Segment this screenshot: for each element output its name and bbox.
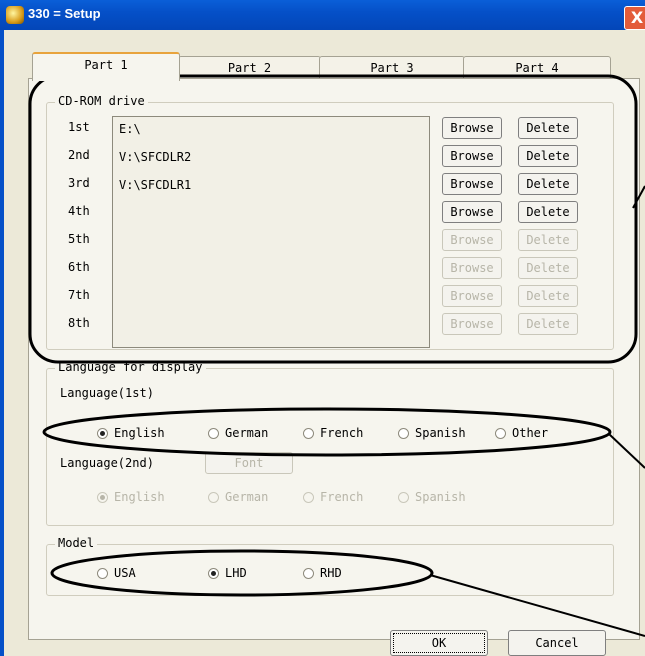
language-legend: Language for display: [55, 360, 206, 374]
lang1-radio-french[interactable]: [303, 428, 314, 439]
cdrom-path[interactable]: E:\: [119, 122, 141, 136]
cdrom-row-label: 6th: [68, 260, 90, 274]
setup-dialog: 330 = Setup X Part 1 Part 2 Part 3 Part …: [0, 0, 645, 656]
title-bar[interactable]: 330 = Setup X: [0, 0, 645, 30]
lang1-radio-spanish[interactable]: [398, 428, 409, 439]
lang1-radio-english[interactable]: [97, 428, 108, 439]
cdrom-row-label: 8th: [68, 316, 90, 330]
tab-part-3[interactable]: Part 3: [319, 56, 465, 79]
lang2-radio-german[interactable]: [208, 492, 219, 503]
tab-part-1[interactable]: Part 1: [32, 52, 180, 81]
model-label-lhd: LHD: [225, 566, 247, 580]
lang1-label-french: French: [320, 426, 364, 440]
cdrom-legend: CD-ROM drive: [55, 94, 148, 108]
tab-part-2[interactable]: Part 2: [178, 56, 321, 79]
lang2-radio-french[interactable]: [303, 492, 314, 503]
browse-button[interactable]: Browse: [442, 201, 502, 223]
delete-button[interactable]: Delete: [518, 201, 578, 223]
delete-button[interactable]: Delete: [518, 145, 578, 167]
cancel-button[interactable]: Cancel: [508, 630, 606, 656]
lang2-label-french: French: [320, 490, 364, 504]
lang1-label-other: Other: [512, 426, 549, 440]
cdrom-row-label: 3rd: [68, 176, 90, 190]
tab-part-4[interactable]: Part 4: [463, 56, 611, 79]
close-button[interactable]: X: [624, 6, 645, 30]
delete-button[interactable]: Delete: [518, 257, 578, 279]
close-icon: X: [630, 8, 644, 27]
window-frame: [0, 30, 4, 656]
browse-button[interactable]: Browse: [442, 285, 502, 307]
cdrom-row-label: 2nd: [68, 148, 90, 162]
model-legend: Model: [55, 536, 98, 550]
browse-button[interactable]: Browse: [442, 257, 502, 279]
browse-button[interactable]: Browse: [442, 173, 502, 195]
cdrom-row-label: 1st: [68, 120, 90, 134]
lang1-radio-other[interactable]: [495, 428, 506, 439]
lang2-label-spanish: Spanish: [415, 490, 466, 504]
delete-button[interactable]: Delete: [518, 285, 578, 307]
browse-button[interactable]: Browse: [442, 145, 502, 167]
lang2-label-english: English: [114, 490, 165, 504]
cdrom-row-label: 7th: [68, 288, 90, 302]
cdrom-row-label: 4th: [68, 204, 90, 218]
model-label-usa: USA: [114, 566, 136, 580]
lang1-radio-german[interactable]: [208, 428, 219, 439]
model-radio-lhd[interactable]: [208, 568, 219, 579]
lang2-label-german: German: [225, 490, 269, 504]
cdrom-path[interactable]: V:\SFCDLR2: [119, 150, 191, 164]
window-title: 330 = Setup: [28, 6, 101, 21]
lang2-radio-spanish[interactable]: [398, 492, 409, 503]
browse-button[interactable]: Browse: [442, 229, 502, 251]
ok-button[interactable]: OK: [390, 630, 488, 656]
lang1-label-english: English: [114, 426, 165, 440]
browse-button[interactable]: Browse: [442, 117, 502, 139]
model-radio-usa[interactable]: [97, 568, 108, 579]
lang1-label-german: German: [225, 426, 269, 440]
app-icon: [6, 6, 24, 24]
cdrom-path[interactable]: V:\SFCDLR1: [119, 178, 191, 192]
lang1-label-spanish: Spanish: [415, 426, 466, 440]
model-label-rhd: RHD: [320, 566, 342, 580]
font-button[interactable]: Font: [205, 452, 293, 474]
delete-button[interactable]: Delete: [518, 117, 578, 139]
language-1st-label: Language(1st): [60, 386, 154, 400]
delete-button[interactable]: Delete: [518, 313, 578, 335]
browse-button[interactable]: Browse: [442, 313, 502, 335]
cdrom-row-label: 5th: [68, 232, 90, 246]
delete-button[interactable]: Delete: [518, 173, 578, 195]
delete-button[interactable]: Delete: [518, 229, 578, 251]
language-2nd-label: Language(2nd): [60, 456, 154, 470]
model-radio-rhd[interactable]: [303, 568, 314, 579]
lang2-radio-english[interactable]: [97, 492, 108, 503]
